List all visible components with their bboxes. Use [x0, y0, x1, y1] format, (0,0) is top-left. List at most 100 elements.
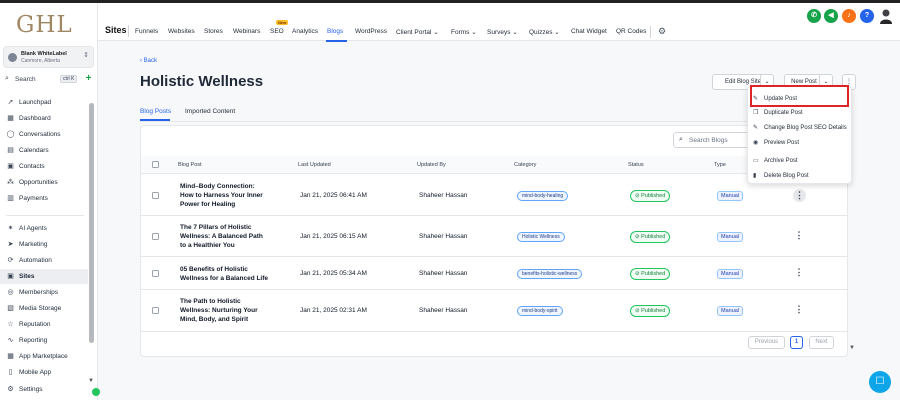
sidebar-item-reputation[interactable]: ☆ Reputation [0, 317, 88, 332]
sidebar-search[interactable]: ⌕ Search ctrl K [3, 74, 79, 86]
menu-item-preview-post[interactable]: ◉ Preview Post [748, 136, 853, 150]
tab-client-portal[interactable]: Client Portal ⌄ [396, 28, 439, 36]
menu-item-delete-blog-post[interactable]: ▮ Delete Blog Post [748, 169, 853, 183]
help-button[interactable]: ? [860, 9, 874, 23]
tab-quizzes[interactable]: Quizzes ⌄ [529, 28, 560, 36]
question-icon: ? [864, 12, 870, 19]
tab-webinars[interactable]: Webinars [233, 28, 260, 35]
row-actions-button[interactable]: ⋮ [793, 188, 806, 202]
row-actions-button[interactable]: ⋮ [793, 230, 805, 241]
tab-blog-posts[interactable]: Blog Posts [140, 108, 171, 115]
tab-surveys[interactable]: Surveys ⌄ [487, 28, 518, 36]
quick-add-button[interactable]: + [84, 74, 93, 84]
sidebar-item-payments[interactable]: ▥ Payments [0, 191, 88, 206]
sidebar-item-settings[interactable]: ⚙ Settings [0, 382, 88, 397]
marketing-icon: ➤ [7, 241, 14, 248]
tab-imported-content[interactable]: Imported Content [185, 108, 235, 115]
tab-wordpress[interactable]: WordPress [355, 28, 387, 35]
menu-item-duplicate-post[interactable]: ❐ Duplicate Post [748, 106, 853, 120]
blog-post-title[interactable]: Mind–Body Connection: How to Harness You… [180, 182, 270, 209]
row-actions-button[interactable]: ⋮ [793, 304, 805, 315]
blog-post-title[interactable]: The Path to Holistic Wellness: Nurturing… [180, 297, 270, 324]
account-name: Blank WhiteLabel [21, 51, 67, 57]
next-page-button[interactable]: Next [809, 336, 834, 349]
tab-forms[interactable]: Forms ⌄ [451, 28, 477, 36]
account-switcher[interactable]: Blank WhiteLabel Canmore, Alberta ⇕ [3, 46, 94, 68]
payments-icon: ▥ [7, 195, 14, 202]
row-checkbox[interactable] [152, 307, 159, 314]
sidebar-item-launchpad[interactable]: ➚ Launchpad [0, 95, 88, 110]
tab-qr-codes[interactable]: QR Codes [616, 28, 646, 35]
select-all-checkbox[interactable] [152, 161, 159, 168]
sidebar-scrollbar[interactable] [89, 103, 94, 343]
sidebar-item-app-marketplace[interactable]: ▦ App Marketplace [0, 349, 88, 364]
sidebar-item-conversations[interactable]: ◯ Conversations [0, 127, 88, 142]
duplicate-icon: ❐ [753, 110, 759, 116]
chat-widget-button[interactable]: ☐ [869, 371, 891, 393]
tab-seo[interactable]: SEO [270, 28, 284, 35]
row-checkbox[interactable] [152, 232, 159, 240]
back-label: Back [143, 58, 158, 64]
menu-item-archive-post[interactable]: ▭ Archive Post [748, 154, 853, 168]
tab-label: Websites [168, 28, 195, 35]
sidebar-item-automation[interactable]: ⟳ Automation [0, 253, 88, 268]
search-blogs-input[interactable]: ⌕ Search Blogs [673, 132, 755, 148]
sidebar-item-label: Automation [19, 257, 52, 264]
header-updated-by[interactable]: Updated By [417, 162, 446, 168]
sidebar-item-memberships[interactable]: ◎ Memberships [0, 285, 88, 300]
status-badge: ⊘ Published [630, 230, 671, 243]
header-status[interactable]: Status [628, 162, 644, 168]
user-avatar[interactable] [879, 8, 893, 24]
row-checkbox[interactable] [152, 269, 159, 277]
table-header: Blog Post Last Updated Updated By Catego… [141, 156, 847, 174]
header-type[interactable]: Type [714, 162, 726, 168]
table-row[interactable]: The Path to Holistic Wellness: Nurturing… [141, 290, 847, 332]
sidebar-item-dashboard[interactable]: ▦ Dashboard [0, 111, 88, 126]
sidebar-item-ai-agents[interactable]: ✶ AI Agents [0, 221, 88, 236]
header-last-updated[interactable]: Last Updated [298, 162, 331, 168]
site-settings-gear-icon[interactable]: ⚙ [658, 26, 666, 37]
tab-blogs[interactable]: Blogs [327, 28, 343, 35]
announcements-button[interactable]: ◀ [824, 9, 838, 23]
table-row[interactable]: Mind–Body Connection: How to Harness You… [141, 175, 847, 216]
sidebar-item-contacts[interactable]: ▣ Contacts [0, 159, 88, 174]
sidebar-item-calendars[interactable]: ▤ Calendars [0, 143, 88, 158]
search-placeholder: Search Blogs [689, 137, 728, 144]
sidebar-item-sites[interactable]: ▣ Sites [0, 269, 88, 284]
scroll-down-arrow-icon[interactable]: ▼ [849, 345, 855, 351]
row-actions-button[interactable]: ⋮ [793, 267, 805, 278]
sidebar-item-opportunities[interactable]: ⁂ Opportunities [0, 175, 88, 190]
header-blog-post[interactable]: Blog Post [178, 162, 202, 168]
phone-button[interactable]: ✆ [807, 9, 821, 23]
header-category[interactable]: Category [514, 162, 536, 168]
tab-funnels[interactable]: Funnels [135, 28, 158, 35]
menu-item-change-blog-post-seo-details[interactable]: ✎ Change Blog Post SEO Details [748, 121, 853, 135]
tab-stores[interactable]: Stores [204, 28, 223, 35]
sidebar-item-label: Contacts [19, 163, 45, 170]
updated-by: Shaheer Hassan [419, 191, 468, 199]
blog-post-title[interactable]: The 7 Pillars of Holistic Wellness: A Ba… [180, 223, 270, 250]
tab-chat-widget[interactable]: Chat Widget [571, 28, 607, 35]
type-badge: Manual [717, 306, 744, 316]
table-row[interactable]: 05 Benefits of Holistic Wellness for a B… [141, 257, 847, 290]
tab-label: SEO [270, 28, 284, 35]
tab-label: Quizzes [529, 29, 553, 36]
category-tag: benefits-holistic-wellness [517, 268, 583, 279]
sidebar-item-media-storage[interactable]: ▧ Media Storage [0, 301, 88, 316]
row-checkbox[interactable] [152, 191, 159, 199]
table-row[interactable]: The 7 Pillars of Holistic Wellness: A Ba… [141, 216, 847, 257]
tab-analytics[interactable]: Analytics [292, 28, 318, 35]
sidebar-item-reporting[interactable]: ∿ Reporting [0, 333, 88, 348]
page-1-button[interactable]: 1 [790, 336, 803, 349]
brand-logo[interactable]: GHL [16, 12, 73, 38]
back-link[interactable]: ‹ Back [140, 58, 157, 64]
previous-page-button[interactable]: Previous [748, 336, 785, 349]
tab-websites[interactable]: Websites [168, 28, 195, 35]
sidebar-item-mobile-app[interactable]: ▯ Mobile App [0, 365, 88, 380]
phone-icon: ✆ [811, 12, 817, 19]
search-icon: ⌕ [5, 75, 9, 82]
blog-post-title[interactable]: 05 Benefits of Holistic Wellness for a B… [180, 265, 270, 283]
scroll-down-arrow-icon[interactable]: ▼ [88, 378, 94, 384]
sidebar-item-marketing[interactable]: ➤ Marketing [0, 237, 88, 252]
notifications-button[interactable]: ♪ [842, 9, 856, 23]
